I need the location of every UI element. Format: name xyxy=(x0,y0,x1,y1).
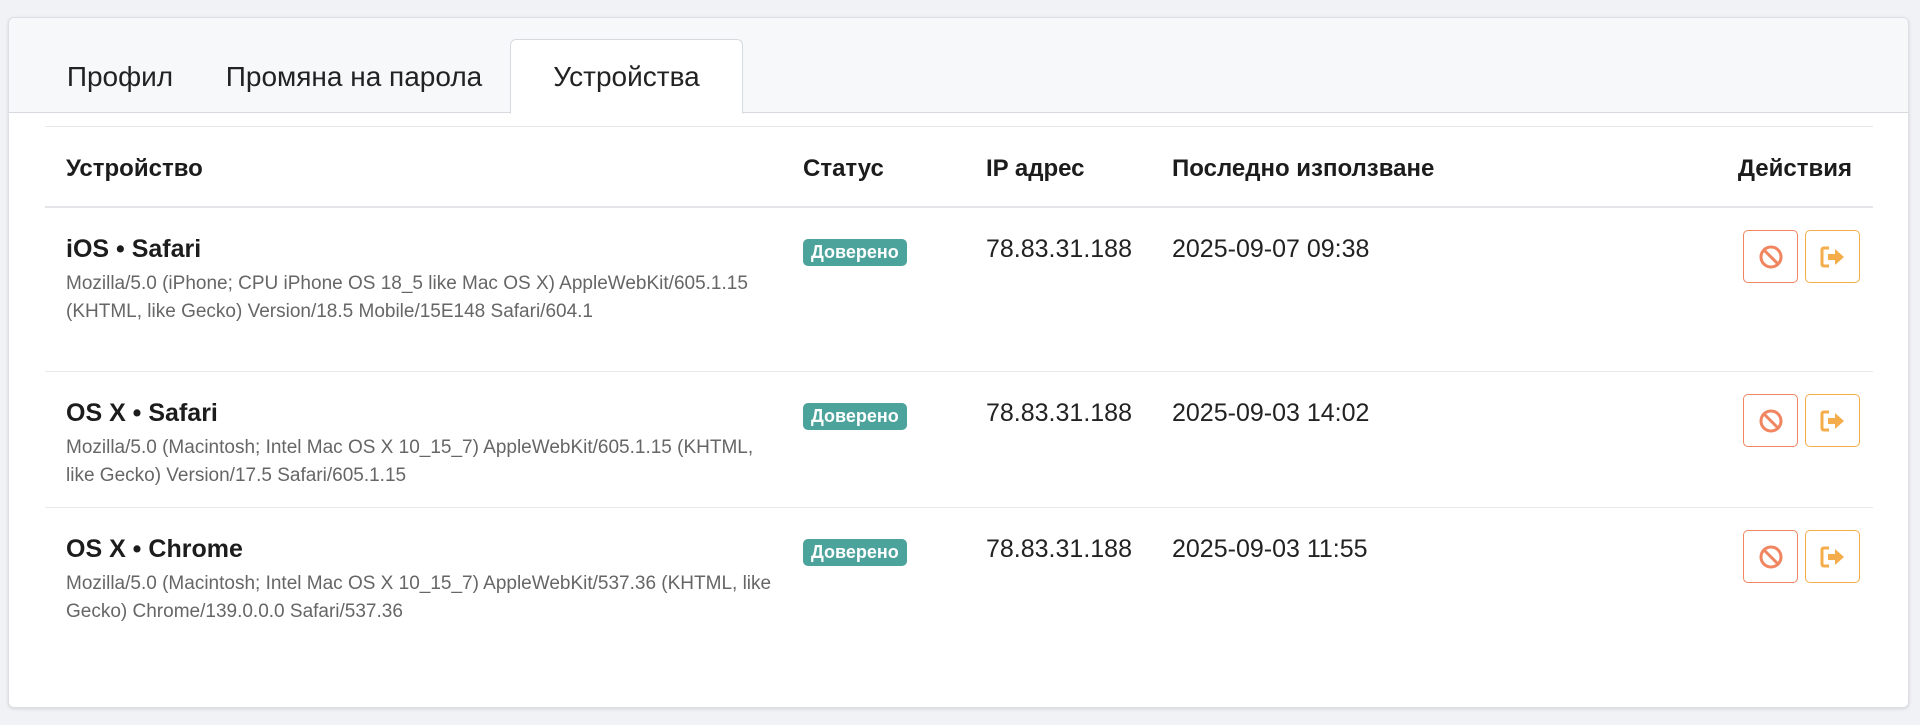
device-name: OS X • Chrome xyxy=(66,535,243,563)
last-used: 2025-09-03 11:55 xyxy=(1172,535,1368,563)
tab-devices[interactable]: Устройства xyxy=(510,39,743,114)
header-device: Устройство xyxy=(66,155,203,182)
table-row: iOS • Safari Mozilla/5.0 (iPhone; CPU iP… xyxy=(45,208,1873,372)
block-device-button[interactable] xyxy=(1743,530,1798,583)
table-row: OS X • Chrome Mozilla/5.0 (Macintosh; In… xyxy=(45,508,1873,644)
header-actions: Действия xyxy=(1737,155,1852,182)
logout-device-button[interactable] xyxy=(1805,394,1860,447)
user-agent: Mozilla/5.0 (iPhone; CPU iPhone OS 18_5 … xyxy=(66,273,748,322)
table-row: OS X • Safari Mozilla/5.0 (Macintosh; In… xyxy=(45,372,1873,508)
header-ip: IP адрес xyxy=(986,155,1085,182)
status-badge: Доверено xyxy=(803,403,907,430)
device-name: OS X • Safari xyxy=(66,399,218,427)
ip-address: 78.83.31.188 xyxy=(986,235,1132,263)
devices-card: Профил Промяна на парола Устройства Устр… xyxy=(8,17,1909,708)
block-icon xyxy=(1759,245,1782,268)
logout-device-button[interactable] xyxy=(1805,530,1860,583)
header-status: Статус xyxy=(803,155,884,182)
device-name: iOS • Safari xyxy=(66,235,202,263)
tab-bar: Профил Промяна на парола Устройства xyxy=(9,18,1908,114)
user-agent: Mozilla/5.0 (Macintosh; Intel Mac OS X 1… xyxy=(66,437,754,486)
block-icon xyxy=(1759,409,1782,432)
sign-out-icon xyxy=(1820,246,1844,267)
last-used: 2025-09-03 14:02 xyxy=(1172,399,1370,427)
block-device-button[interactable] xyxy=(1743,230,1798,283)
ip-address: 78.83.31.188 xyxy=(986,399,1132,427)
status-badge: Доверено xyxy=(803,239,907,266)
tab-change-password[interactable]: Промяна на парола xyxy=(204,40,504,114)
sign-out-icon xyxy=(1820,410,1844,431)
sign-out-icon xyxy=(1820,546,1844,567)
tab-profile[interactable]: Профил xyxy=(39,40,201,114)
block-icon xyxy=(1759,545,1782,568)
table-header: Устройство Статус IP адрес Последно изпо… xyxy=(45,126,1873,208)
last-used: 2025-09-07 09:38 xyxy=(1172,235,1370,263)
ip-address: 78.83.31.188 xyxy=(986,535,1132,563)
status-badge: Доверено xyxy=(803,539,907,566)
block-device-button[interactable] xyxy=(1743,394,1798,447)
logout-device-button[interactable] xyxy=(1805,230,1860,283)
devices-table: Устройство Статус IP адрес Последно изпо… xyxy=(45,126,1873,644)
user-agent: Mozilla/5.0 (Macintosh; Intel Mac OS X 1… xyxy=(66,573,772,622)
header-last-used: Последно използване xyxy=(1172,155,1435,182)
